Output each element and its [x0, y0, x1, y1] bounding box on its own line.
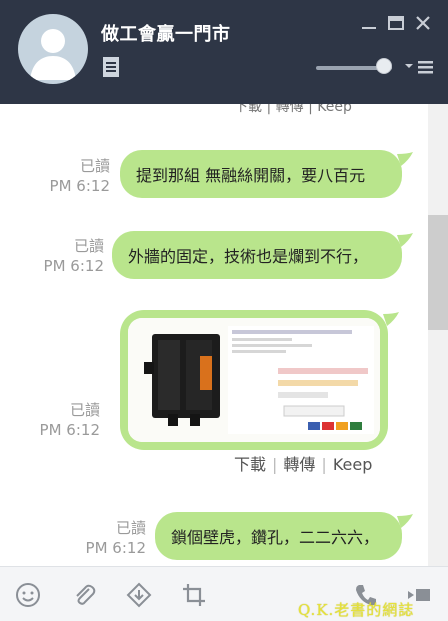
message-bubble[interactable]: 外牆的固定，技術也是爛到不行， — [112, 231, 402, 279]
bubble-tail — [383, 312, 399, 326]
scrollbar-thumb[interactable] — [428, 215, 448, 330]
crop-icon[interactable] — [180, 581, 208, 609]
product-image[interactable] — [128, 318, 380, 442]
message-meta: 已讀 PM 6:12 — [76, 518, 146, 558]
close-icon[interactable] — [414, 14, 432, 32]
attach-icon[interactable] — [70, 581, 98, 609]
bubble-tail — [397, 233, 413, 247]
read-receipt: 已讀 — [115, 519, 146, 537]
download-link[interactable]: 下載 — [234, 455, 266, 474]
message-meta: 已讀 PM 6:12 — [40, 156, 110, 196]
message-time: PM 6:12 — [85, 539, 146, 557]
bubble-tail — [397, 514, 413, 528]
read-receipt: 已讀 — [69, 401, 100, 419]
image-message-bubble[interactable] — [120, 310, 388, 450]
message-time: PM 6:12 — [43, 257, 104, 275]
volume-slider-knob[interactable] — [376, 58, 392, 74]
chat-area[interactable]: 下載 | 轉傳 | Keep 已讀 PM 6:12 提到那組 無融絲開關，要八百… — [0, 104, 428, 566]
image-actions: 下載 | 轉傳 | Keep — [234, 455, 373, 474]
message-bubble[interactable]: 提到那組 無融絲開關，要八百元 — [120, 150, 402, 198]
watermark: Q.K.老書的網誌 — [298, 601, 415, 619]
previous-image-actions[interactable]: 下載 | 轉傳 | Keep — [234, 104, 352, 116]
message-bubble[interactable]: 鎖個壁虎，鑽孔，二二六六， — [155, 512, 402, 560]
message-meta: 已讀 PM 6:12 — [30, 400, 100, 440]
chat-title: 做工會贏一門市 — [101, 24, 231, 45]
maximize-icon[interactable] — [387, 14, 405, 32]
message-text: 提到那組 無融絲開關，要八百元 — [136, 166, 366, 185]
dropdown-icon — [405, 64, 413, 68]
emoji-icon[interactable] — [14, 581, 42, 609]
message-time: PM 6:12 — [39, 421, 100, 439]
download-icon[interactable] — [125, 581, 153, 609]
read-receipt: 已讀 — [73, 237, 104, 255]
keep-link[interactable]: Keep — [333, 455, 373, 474]
chat-header: 做工會贏一門市 — [0, 0, 448, 104]
scrollbar-track[interactable] — [428, 104, 448, 566]
read-receipt: 已讀 — [79, 157, 110, 175]
bubble-tail — [397, 152, 413, 166]
menu-icon[interactable] — [404, 60, 434, 74]
minimize-icon[interactable] — [360, 14, 378, 32]
note-icon[interactable] — [101, 56, 121, 78]
message-text: 鎖個壁虎，鑽孔，二二六六， — [171, 528, 380, 547]
message-text: 外牆的固定，技術也是爛到不行， — [128, 247, 369, 266]
message-time: PM 6:12 — [49, 177, 110, 195]
bottom-toolbar: Q.K.老書的網誌 — [0, 566, 448, 621]
message-meta: 已讀 PM 6:12 — [34, 236, 104, 276]
avatar[interactable] — [18, 14, 88, 84]
forward-link[interactable]: 轉傳 — [283, 455, 315, 474]
